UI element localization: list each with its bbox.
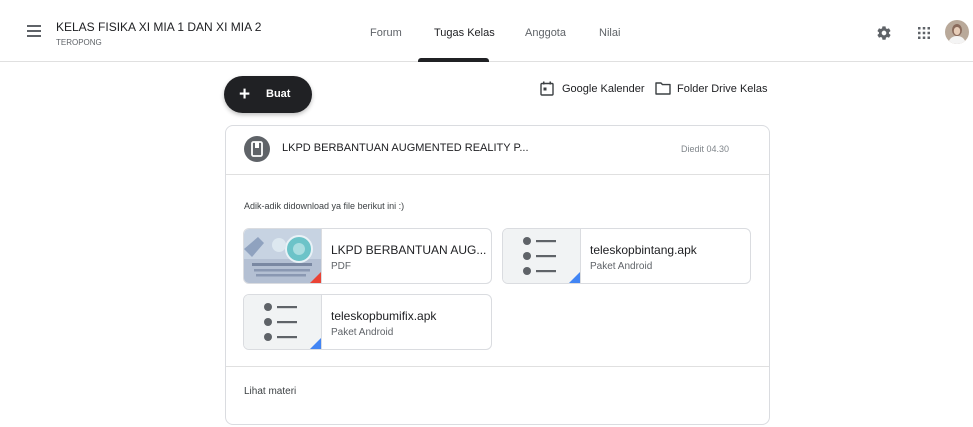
hamburger-menu-icon[interactable] (27, 25, 41, 37)
tab-forum[interactable]: Forum (370, 27, 402, 39)
view-material-link[interactable]: Lihat materi (244, 386, 296, 397)
attachment-name: teleskopbumifix.apk (331, 309, 437, 323)
drive-folder-link[interactable]: Folder Drive Kelas (655, 80, 770, 98)
user-avatar[interactable] (945, 20, 969, 44)
tab-anggota[interactable]: Anggota (525, 27, 566, 39)
assignment-description: Adik-adik didownload ya file berikut ini… (244, 201, 405, 211)
google-calendar-link[interactable]: Google Kalender (540, 80, 650, 98)
gear-icon[interactable] (876, 25, 892, 41)
pdf-thumbnail (244, 229, 322, 283)
create-button-label: Buat (266, 88, 291, 100)
calendar-icon (540, 81, 554, 96)
create-button[interactable]: + Buat (224, 76, 312, 113)
edited-timestamp: Diedit 04.30 (681, 144, 730, 154)
assignment-title: LKPD BERBANTUAN AUGMENTED REALITY P... (282, 142, 529, 154)
attachment-type: PDF (331, 261, 351, 272)
tab-nilai[interactable]: Nilai (599, 27, 620, 39)
card-footer: Lihat materi (226, 366, 769, 427)
calendar-label: Google Kalender (562, 83, 645, 95)
attachment-name: teleskopbintang.apk (590, 243, 697, 257)
assignment-header[interactable]: LKPD BERBANTUAN AUGMENTED REALITY P... D… (226, 126, 769, 175)
android-package-icon (503, 229, 581, 283)
assignment-icon (244, 136, 270, 162)
folder-icon (655, 82, 671, 95)
top-app-bar: KELAS FISIKA XI MIA 1 DAN XI MIA 2 TEROP… (0, 0, 973, 62)
android-package-icon (244, 295, 322, 349)
attachment-pdf[interactable]: LKPD BERBANTUAN AUG... PDF (243, 228, 492, 284)
assignment-card: LKPD BERBANTUAN AUGMENTED REALITY P... D… (225, 125, 770, 425)
plus-icon: + (239, 84, 251, 105)
attachment-apk-bintang[interactable]: teleskopbintang.apk Paket Android (502, 228, 751, 284)
attachment-type: Paket Android (590, 261, 653, 272)
apps-grid-icon[interactable] (918, 27, 930, 39)
drive-folder-label: Folder Drive Kelas (677, 83, 768, 95)
attachment-type: Paket Android (331, 327, 394, 338)
tab-tugas-kelas[interactable]: Tugas Kelas (434, 27, 495, 39)
attachment-apk-bumi[interactable]: teleskopbumifix.apk Paket Android (243, 294, 492, 350)
class-subtitle: TEROPONG (56, 38, 102, 47)
class-title[interactable]: KELAS FISIKA XI MIA 1 DAN XI MIA 2 (56, 20, 261, 34)
active-tab-indicator (418, 58, 489, 62)
attachment-name: LKPD BERBANTUAN AUG... (331, 243, 487, 257)
